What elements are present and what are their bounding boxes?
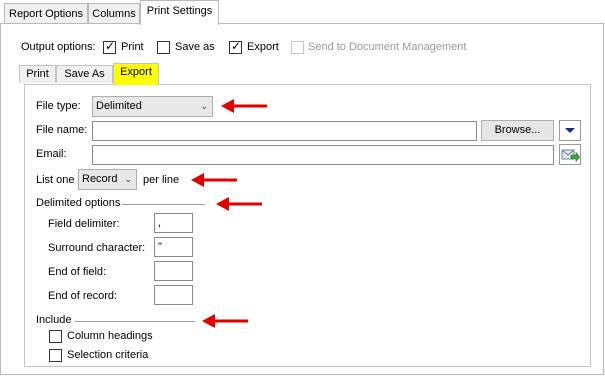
browse-button[interactable]: Browse... [481,120,554,141]
surround-character-label: Surround character: [48,242,146,254]
end-of-field-label: End of field: [48,266,107,278]
tab-report-options[interactable]: Report Options [4,3,88,24]
end-of-record-label: End of record: [48,290,118,302]
list-one-dropdown[interactable]: Record ⌄ [78,169,137,190]
email-send-button[interactable] [559,144,581,165]
file-type-label: File type: [36,100,81,112]
end-of-record-input[interactable] [154,285,193,305]
subtab-print[interactable]: Print [19,65,56,83]
include-divider [75,321,195,322]
email-input[interactable] [92,145,554,165]
save-as-checkbox[interactable] [157,41,170,54]
print-checkbox[interactable]: ✓ [103,39,116,54]
output-options-label: Output options: [21,41,96,53]
print-checkbox-label: Print [121,41,144,53]
tab-label: Columns [92,8,136,20]
subtab-export[interactable]: Export [113,63,159,85]
include-title: Include [36,314,72,326]
column-headings-checkbox[interactable] [49,330,62,343]
delimited-options-divider [122,204,205,205]
red-arrow-icon [191,173,237,187]
email-send-icon [561,149,580,163]
red-arrow-icon [221,99,267,113]
chevron-down-icon: ⌄ [124,174,132,184]
file-name-label: File name: [36,124,88,136]
check-icon: ✓ [231,39,242,53]
subtab-label: Print [26,68,49,80]
main-tab-bar: Report Options Columns Print Settings [0,0,605,25]
send-to-dm-label: Send to Document Management [308,41,467,53]
list-one-suffix: per line [143,174,180,186]
column-headings-label: Column headings [67,330,153,342]
file-type-dropdown[interactable]: Delimited ⌄ [92,96,213,117]
send-to-dm-checkbox[interactable] [291,41,304,54]
red-arrow-icon [202,314,248,328]
file-type-value: Delimited [96,100,142,112]
field-delimiter-label: Field delimiter: [48,218,120,230]
subtab-label: Save As [64,68,105,80]
file-name-input[interactable] [92,121,477,141]
surround-character-input[interactable]: " [154,237,193,257]
tab-print-settings[interactable]: Print Settings [140,0,219,25]
chevron-down-icon: ⌄ [200,101,208,111]
selection-criteria-label: Selection criteria [67,349,149,361]
end-of-field-input[interactable] [154,261,193,281]
subtab-save-as[interactable]: Save As [56,65,113,83]
save-as-checkbox-label: Save as [175,41,215,53]
selection-criteria-checkbox[interactable] [49,349,62,362]
export-checkbox[interactable]: ✓ [229,39,242,54]
tab-columns[interactable]: Columns [88,3,140,24]
tab-label: Print Settings [146,5,213,17]
subtab-label: Export [120,66,152,78]
red-arrow-icon [216,197,262,211]
delimited-options-title: Delimited options [36,197,121,209]
field-delimiter-input[interactable]: , [154,213,193,233]
list-one-value: Record [82,173,118,185]
triangle-down-icon [565,128,575,133]
email-label: Email: [36,148,67,160]
export-checkbox-label: Export [247,41,279,53]
tab-label: Report Options [9,8,83,20]
check-icon: ✓ [105,39,116,53]
file-options-button[interactable] [559,120,581,141]
list-one-prefix: List one [36,174,75,186]
